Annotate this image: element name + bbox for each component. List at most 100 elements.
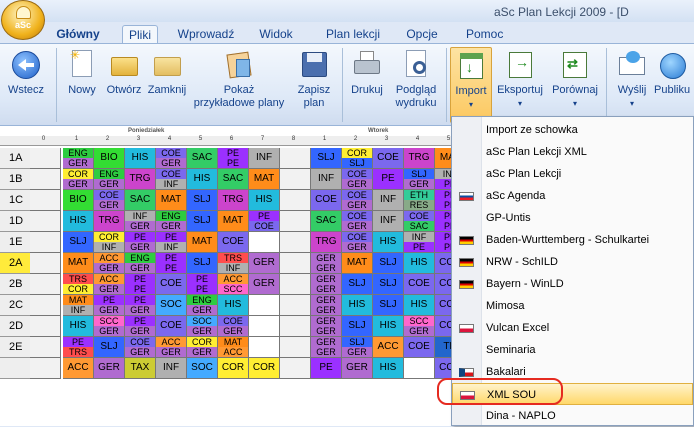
send-button[interactable]: Wyślij ▾ (612, 47, 652, 123)
lesson-cell[interactable]: COE GER (218, 316, 249, 337)
lesson-cell[interactable]: TRG (404, 148, 435, 169)
lesson-cell[interactable]: ACC (373, 337, 404, 358)
lesson-cell[interactable]: COE GER (342, 169, 373, 190)
lesson-cell[interactable]: INF GER (125, 211, 156, 232)
lesson-cell[interactable]: GER GER (311, 337, 342, 358)
lesson-cell[interactable]: COE GER (125, 337, 156, 358)
lesson-cell[interactable]: SCC GER (94, 316, 125, 337)
lesson-cell[interactable]: HIS (373, 358, 404, 379)
lesson-cell[interactable]: GER GER (311, 274, 342, 295)
lesson-cell[interactable]: COE (156, 316, 187, 337)
lesson-cell[interactable]: SLJ (187, 190, 218, 211)
lesson-cell[interactable]: SCC GER (404, 316, 435, 337)
publish-button[interactable]: Publiku (654, 47, 694, 123)
lesson-cell[interactable]: HIS (404, 253, 435, 274)
lesson-cell[interactable]: COR GER (187, 337, 218, 358)
menu-item-baden-wurttemberg-schulkartei[interactable]: Baden-Wurttemberg - Schulkartei (452, 229, 693, 251)
lesson-cell[interactable]: ACC (63, 358, 94, 379)
menu-item-dina-naplo[interactable]: Dina - NAPLO (452, 405, 693, 427)
menu-item-mimosa[interactable]: Mimosa (452, 295, 693, 317)
import-button[interactable]: ↓ Import ▾ (450, 47, 492, 123)
lesson-cell[interactable] (30, 253, 61, 274)
lesson-cell[interactable]: COE (373, 148, 404, 169)
back-button[interactable]: Wstecz (4, 47, 48, 123)
lesson-cell[interactable]: INF (373, 211, 404, 232)
lesson-cell[interactable]: PE GER (125, 232, 156, 253)
class-row-label-1E[interactable]: 1E (0, 232, 30, 253)
lesson-cell[interactable]: HIS (373, 316, 404, 337)
lesson-cell[interactable]: COR GER (63, 169, 94, 190)
lesson-cell[interactable]: PE (311, 358, 342, 379)
lesson-cell[interactable]: ENG GER (63, 148, 94, 169)
lesson-cell[interactable] (30, 211, 61, 232)
lesson-cell[interactable]: BIO (94, 148, 125, 169)
lesson-cell[interactable]: SLJ (187, 211, 218, 232)
menu-item-asc-plan-lekcji[interactable]: aSc Plan Lekcji (452, 163, 693, 185)
lesson-cell[interactable]: GER (249, 253, 280, 274)
lesson-cell[interactable]: GER GER (311, 316, 342, 337)
lesson-cell[interactable] (280, 337, 311, 358)
lesson-cell[interactable] (249, 295, 280, 316)
lesson-cell[interactable]: COE (311, 190, 342, 211)
lesson-cell[interactable]: TRG (125, 169, 156, 190)
lesson-cell[interactable]: SAC (218, 169, 249, 190)
lesson-cell[interactable]: HIS (187, 169, 218, 190)
lesson-cell[interactable]: SLJ (373, 253, 404, 274)
lesson-cell[interactable]: TRS INF (218, 253, 249, 274)
lesson-cell[interactable]: TRG (94, 211, 125, 232)
lesson-cell[interactable]: HIS (218, 295, 249, 316)
lesson-cell[interactable] (30, 295, 61, 316)
lesson-cell[interactable]: TRS COR (63, 274, 94, 295)
menu-item-vulcan-excel[interactable]: Vulcan Excel (452, 317, 693, 339)
lesson-cell[interactable]: COR (249, 358, 280, 379)
lesson-cell[interactable]: COE GER (342, 211, 373, 232)
lesson-cell[interactable]: COE (218, 232, 249, 253)
lesson-cell[interactable]: SOC (187, 358, 218, 379)
tab-plan-lekcji[interactable]: Plan lekcji (322, 25, 384, 43)
save-plan-button[interactable]: Zapisz plan (292, 47, 336, 123)
lesson-cell[interactable] (404, 358, 435, 379)
print-preview-button[interactable]: Podgląd wydruku (390, 47, 442, 123)
lesson-cell[interactable]: COE GER (342, 190, 373, 211)
lesson-cell[interactable]: PE GER (94, 295, 125, 316)
lesson-cell[interactable]: COE (404, 337, 435, 358)
lesson-cell[interactable]: MAT (63, 253, 94, 274)
lesson-cell[interactable]: ENG GER (94, 169, 125, 190)
lesson-cell[interactable]: ACC GER (94, 253, 125, 274)
lesson-cell[interactable]: TAX (125, 358, 156, 379)
lesson-cell[interactable] (280, 253, 311, 274)
lesson-cell[interactable]: INF PE (404, 232, 435, 253)
lesson-cell[interactable]: BIO (63, 190, 94, 211)
menu-item-import-ze-schowka[interactable]: Import ze schowka (452, 119, 693, 141)
tab-glowny[interactable]: Główny (52, 25, 104, 43)
lesson-cell[interactable]: SLJ (187, 253, 218, 274)
lesson-cell[interactable] (30, 274, 61, 295)
lesson-cell[interactable] (280, 358, 311, 379)
lesson-cell[interactable] (249, 337, 280, 358)
lesson-cell[interactable]: SLJ (373, 295, 404, 316)
lesson-cell[interactable]: INF (373, 190, 404, 211)
menu-item-asc-plan-lekcji-xml[interactable]: aSc Plan Lekcji XML (452, 141, 693, 163)
class-row-label-1B[interactable]: 1B (0, 169, 30, 190)
lesson-cell[interactable]: MAT (249, 169, 280, 190)
menu-item-seminaria[interactable]: Seminaria (452, 339, 693, 361)
lesson-cell[interactable]: COE (404, 274, 435, 295)
lesson-cell[interactable]: SLJ GER (404, 169, 435, 190)
lesson-cell[interactable]: SLJ (311, 148, 342, 169)
lesson-cell[interactable]: PE (373, 169, 404, 190)
lesson-cell[interactable]: SLJ (342, 316, 373, 337)
lesson-cell[interactable]: COE (156, 274, 187, 295)
menu-item-asc-agenda[interactable]: aSc Agenda (452, 185, 693, 207)
tab-pliki[interactable]: Pliki (122, 25, 158, 43)
lesson-cell[interactable]: PE PE (218, 148, 249, 169)
lesson-cell[interactable]: ETH RES (404, 190, 435, 211)
lesson-cell[interactable]: MAT INF (63, 295, 94, 316)
lesson-cell[interactable] (280, 274, 311, 295)
lesson-cell[interactable] (30, 337, 61, 358)
lesson-cell[interactable] (280, 148, 311, 169)
lesson-cell[interactable]: ENG GER (156, 211, 187, 232)
tab-opcje[interactable]: Opcje (403, 25, 441, 43)
lesson-cell[interactable] (30, 358, 61, 379)
tab-wprowadz[interactable]: Wprowadź (173, 25, 239, 43)
lesson-cell[interactable] (30, 148, 61, 169)
